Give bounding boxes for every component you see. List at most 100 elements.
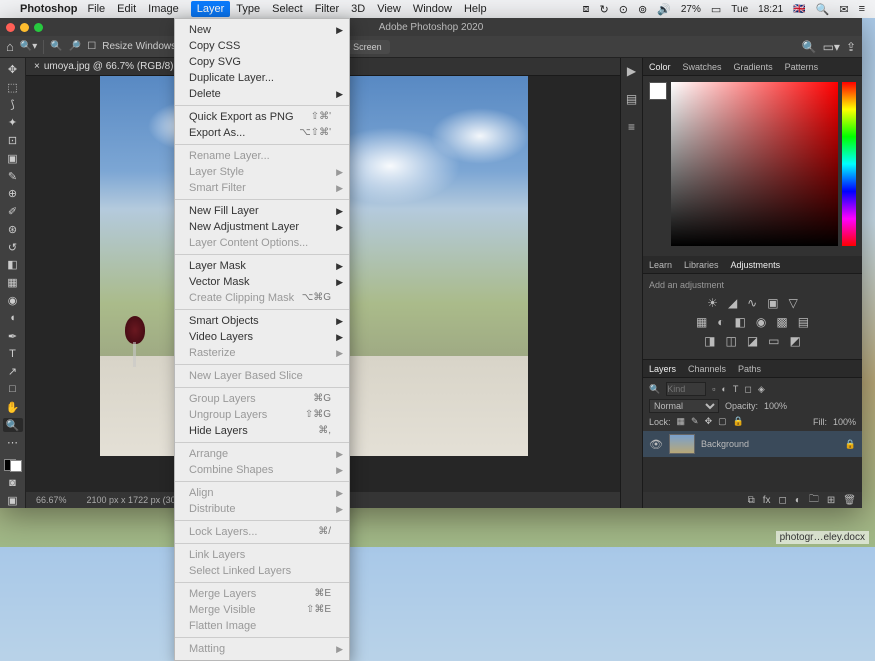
frame-tool[interactable]: ▣ bbox=[3, 151, 23, 166]
menu-extra-icon[interactable]: ≡ bbox=[859, 3, 865, 15]
invert-icon[interactable]: ◨ bbox=[704, 334, 715, 348]
menu-item-new-adjustment-layer[interactable]: New Adjustment Layer▶ bbox=[175, 219, 349, 235]
tab-layers[interactable]: Layers bbox=[649, 364, 676, 374]
exposure-icon[interactable]: ▣ bbox=[767, 296, 778, 310]
layer-lock-icon[interactable]: 🔒 bbox=[845, 439, 856, 450]
home-icon[interactable]: ⌂ bbox=[6, 39, 14, 54]
photofilter-icon[interactable]: ◉ bbox=[756, 315, 766, 329]
properties-icon[interactable]: ≡ bbox=[628, 120, 635, 134]
lock-pixel-icon[interactable]: ✎ bbox=[691, 416, 699, 427]
posterize-icon[interactable]: ◫ bbox=[725, 334, 736, 348]
search-ps-icon[interactable]: 🔍 bbox=[802, 40, 817, 54]
hue-icon[interactable]: ▦ bbox=[696, 315, 707, 329]
blend-mode-select[interactable]: Normal bbox=[649, 399, 719, 413]
layer-thumbnail[interactable] bbox=[669, 434, 695, 454]
tab-channels[interactable]: Channels bbox=[688, 364, 726, 374]
link-icon[interactable]: ⧉ bbox=[748, 495, 755, 506]
curves-icon[interactable]: ∿ bbox=[747, 296, 757, 310]
colorlookup-icon[interactable]: ▤ bbox=[798, 315, 809, 329]
bw-icon[interactable]: ◧ bbox=[735, 315, 746, 329]
menu-item-hide-layers[interactable]: Hide Layers⌘, bbox=[175, 423, 349, 439]
colorbalance-icon[interactable]: ◐ bbox=[717, 315, 724, 329]
menu-item-delete[interactable]: Delete▶ bbox=[175, 86, 349, 102]
menu-edit[interactable]: Edit bbox=[117, 3, 136, 15]
menu-item-duplicate-layer-[interactable]: Duplicate Layer... bbox=[175, 70, 349, 86]
volume-icon[interactable]: 🔊 bbox=[657, 3, 671, 16]
threshold-icon[interactable]: ◪ bbox=[747, 334, 758, 348]
history-brush-tool[interactable]: ↺ bbox=[3, 240, 23, 255]
resize-checkbox[interactable]: ☐ bbox=[87, 41, 96, 52]
close-button[interactable] bbox=[6, 23, 15, 32]
zoom-tool[interactable]: 🔍 bbox=[3, 418, 23, 433]
doc-tab-close-icon[interactable]: × bbox=[34, 61, 40, 72]
tab-patterns[interactable]: Patterns bbox=[785, 62, 819, 72]
eraser-tool[interactable]: ◧ bbox=[3, 258, 23, 273]
color-field[interactable] bbox=[671, 82, 838, 246]
zoom-in-icon[interactable]: 🔍 bbox=[50, 41, 62, 52]
menu-window[interactable]: Window bbox=[413, 3, 452, 15]
quickmask-tool[interactable]: ◙ bbox=[3, 475, 23, 490]
eyedropper-tool[interactable]: ✎ bbox=[3, 169, 23, 184]
group-icon[interactable]: 🗀 bbox=[809, 492, 819, 509]
tab-adjustments[interactable]: Adjustments bbox=[731, 260, 781, 270]
workspace-icon[interactable]: ▭▾ bbox=[823, 40, 840, 54]
lock-trans-icon[interactable]: ▦ bbox=[677, 416, 686, 427]
fill-value[interactable]: 100% bbox=[833, 417, 856, 427]
selectivecolor-icon[interactable]: ◩ bbox=[790, 334, 801, 348]
status-zoom[interactable]: 66.67% bbox=[36, 495, 67, 505]
pen-tool[interactable]: ✒ bbox=[3, 329, 23, 344]
channelmixer-icon[interactable]: ▩ bbox=[776, 315, 787, 329]
hue-slider[interactable] bbox=[842, 82, 856, 246]
blur-tool[interactable]: ◉ bbox=[3, 293, 23, 308]
more-tools[interactable]: ⋯ bbox=[3, 435, 23, 450]
key-icon[interactable]: ⊙ bbox=[619, 3, 628, 16]
mask-icon[interactable]: ◻ bbox=[779, 495, 787, 506]
gradientmap-icon[interactable]: ▭ bbox=[768, 334, 779, 348]
filter-shape-icon[interactable]: ◻ bbox=[744, 384, 751, 395]
vibrance-icon[interactable]: ▽ bbox=[789, 296, 798, 310]
path-tool[interactable]: ↗ bbox=[3, 364, 23, 379]
crop-tool[interactable]: ⊡ bbox=[3, 133, 23, 148]
delete-layer-icon[interactable]: 🗑 bbox=[843, 495, 856, 506]
menu-3d[interactable]: 3D bbox=[351, 3, 365, 15]
shape-tool[interactable]: □ bbox=[3, 382, 23, 397]
menu-item-vector-mask[interactable]: Vector Mask▶ bbox=[175, 274, 349, 290]
fill-adj-icon[interactable]: ◐ bbox=[795, 495, 801, 506]
menu-file[interactable]: File bbox=[87, 3, 105, 15]
maximize-button[interactable] bbox=[34, 23, 43, 32]
kind-search-icon[interactable]: 🔍 bbox=[649, 384, 660, 395]
minimize-button[interactable] bbox=[20, 23, 29, 32]
filter-img-icon[interactable]: ▫ bbox=[712, 384, 715, 394]
new-layer-icon[interactable]: ⊞ bbox=[827, 495, 835, 506]
levels-icon[interactable]: ◢ bbox=[728, 296, 737, 310]
opacity-value[interactable]: 100% bbox=[764, 401, 787, 411]
tab-color[interactable]: Color bbox=[649, 62, 671, 72]
wand-tool[interactable]: ✦ bbox=[3, 115, 23, 130]
menu-item-smart-objects[interactable]: Smart Objects▶ bbox=[175, 313, 349, 329]
menu-item-quick-export-as-png[interactable]: Quick Export as PNG⇧⌘' bbox=[175, 109, 349, 125]
menu-layer[interactable]: Layer bbox=[191, 1, 231, 17]
marquee-tool[interactable]: ⬚ bbox=[3, 80, 23, 95]
menu-image[interactable]: Image bbox=[148, 3, 179, 15]
lasso-tool[interactable]: ⟆ bbox=[3, 98, 23, 113]
menu-help[interactable]: Help bbox=[464, 3, 487, 15]
tab-libraries[interactable]: Libraries bbox=[684, 260, 719, 270]
wifi-icon[interactable]: ⊚ bbox=[638, 3, 647, 16]
zoom-out-icon[interactable]: 🔎 bbox=[69, 41, 81, 52]
search-icon[interactable]: 🔍 bbox=[816, 3, 830, 16]
lang-icon[interactable]: 🇬🇧 bbox=[793, 4, 805, 15]
menu-item-copy-css[interactable]: Copy CSS bbox=[175, 38, 349, 54]
lock-artboard-icon[interactable]: ▢ bbox=[718, 416, 727, 427]
color-swatches[interactable] bbox=[4, 459, 22, 472]
messenger-icon[interactable]: ✉ bbox=[839, 3, 848, 16]
share-icon[interactable]: ⇪ bbox=[846, 40, 856, 54]
filter-smart-icon[interactable]: ◈ bbox=[758, 384, 765, 395]
battery-icon[interactable]: ▭ bbox=[711, 3, 721, 16]
zoom-tool-icon[interactable]: 🔍▾ bbox=[20, 41, 37, 52]
menu-item-video-layers[interactable]: Video Layers▶ bbox=[175, 329, 349, 345]
screenmode-tool[interactable]: ▣ bbox=[3, 493, 23, 508]
filter-type-icon[interactable]: T bbox=[733, 384, 739, 394]
menu-select[interactable]: Select bbox=[272, 3, 303, 15]
sync-icon[interactable]: ↻ bbox=[600, 3, 609, 16]
hand-tool[interactable]: ✋ bbox=[3, 400, 23, 415]
